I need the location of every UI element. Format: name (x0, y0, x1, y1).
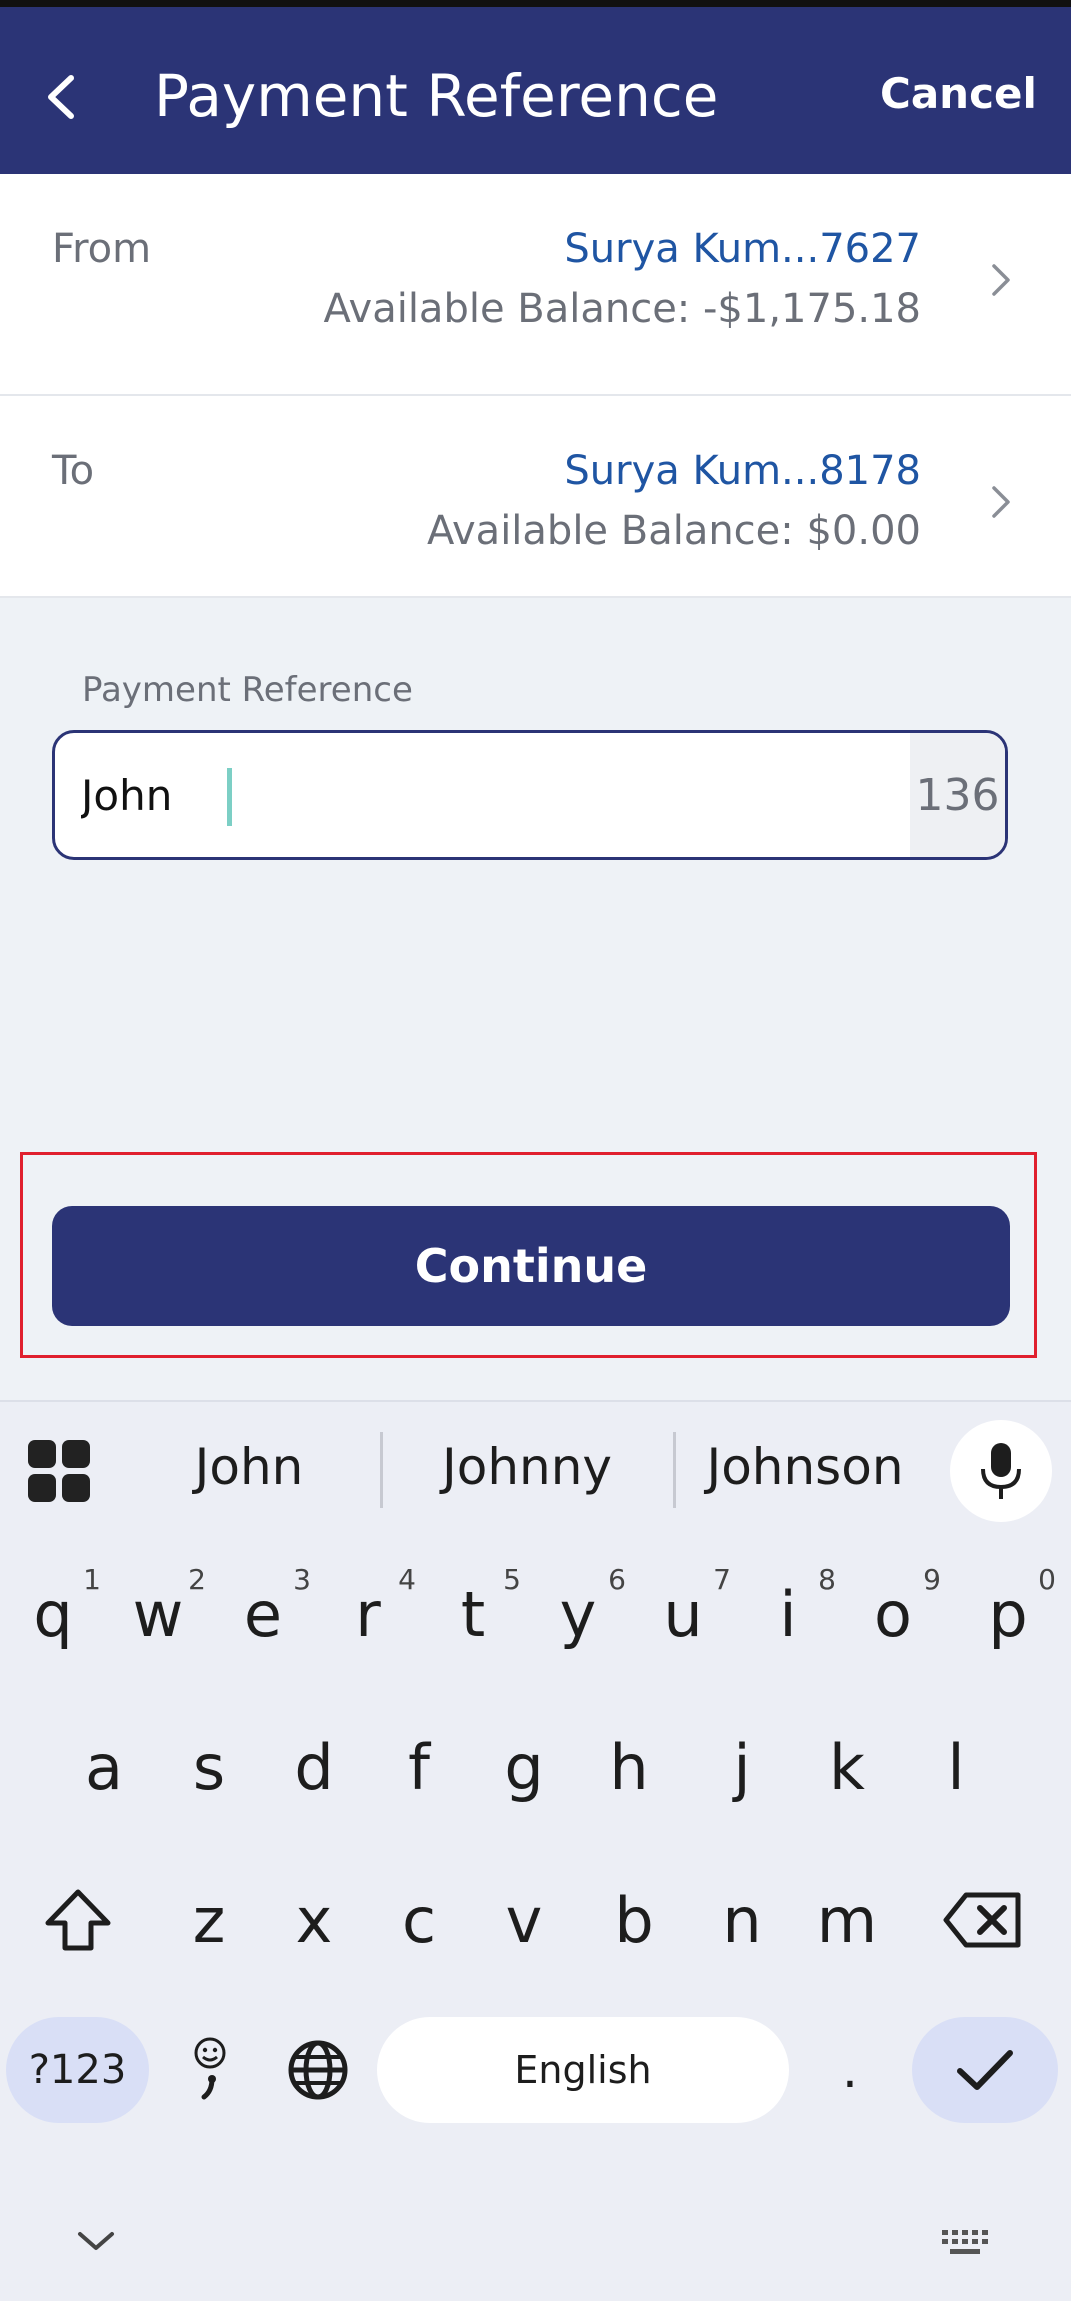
shift-key[interactable] (28, 1855, 128, 1985)
suggestion-johnny[interactable]: Johnny (402, 1438, 652, 1496)
app-header: Payment Reference Cancel (0, 7, 1071, 174)
key-l[interactable]: l (906, 1702, 1006, 1832)
payment-reference-input[interactable] (81, 733, 931, 857)
character-counter: 136 (910, 733, 1005, 857)
chevron-down-icon[interactable] (66, 2222, 126, 2262)
key-i[interactable]: i8 (738, 1549, 838, 1679)
period-key[interactable]: . (810, 2017, 890, 2123)
key-r[interactable]: r4 (318, 1549, 418, 1679)
shift-arrow-icon (45, 1889, 111, 1951)
key-j[interactable]: j (692, 1702, 792, 1832)
key-z[interactable]: z (159, 1855, 259, 1985)
payment-reference-label: Payment Reference (82, 670, 413, 710)
key-a[interactable]: a (54, 1702, 154, 1832)
key-x[interactable]: x (264, 1855, 364, 1985)
microphone-button[interactable] (950, 1420, 1052, 1522)
space-bar[interactable]: English (377, 2017, 789, 2123)
language-key[interactable] (278, 2017, 358, 2123)
to-account-name: Surya Kum...8178 (564, 448, 921, 494)
key-d[interactable]: d (264, 1702, 364, 1832)
key-n[interactable]: n (692, 1855, 792, 1985)
from-account-name: Surya Kum...7627 (564, 226, 921, 272)
to-label: To (52, 448, 95, 494)
suggestion-john[interactable]: John (124, 1438, 374, 1496)
keyboard-switch-icon[interactable] (936, 2222, 996, 2262)
apps-grid-icon[interactable] (28, 1440, 90, 1502)
emoji-comma-key[interactable] (180, 2017, 240, 2123)
chevron-right-icon (992, 486, 1010, 518)
globe-icon (288, 2040, 348, 2100)
key-o[interactable]: o9 (843, 1549, 943, 1679)
chevron-left-icon (48, 75, 74, 119)
from-available-balance: Available Balance: -$1,175.18 (323, 286, 922, 332)
checkmark-icon (957, 2050, 1013, 2090)
key-u[interactable]: u7 (633, 1549, 733, 1679)
symbols-key[interactable]: ?123 (6, 2017, 149, 2123)
on-screen-keyboard: John Johnny Johnson q1 w2 e3 r4 t5 y6 u7… (0, 1400, 1071, 2301)
to-account-row[interactable]: To Surya Kum...8178 Available Balance: $… (0, 396, 1071, 598)
emoji-icon (194, 2037, 226, 2100)
key-s[interactable]: s (159, 1702, 259, 1832)
enter-key[interactable] (912, 2017, 1058, 2123)
key-k[interactable]: k (797, 1702, 897, 1832)
continue-button[interactable]: Continue (52, 1206, 1010, 1326)
suggestion-johnson[interactable]: Johnson (680, 1438, 930, 1496)
suggestion-divider (380, 1432, 383, 1508)
back-button[interactable] (30, 52, 90, 142)
key-w[interactable]: w2 (108, 1549, 208, 1679)
key-f[interactable]: f (369, 1702, 469, 1832)
key-g[interactable]: g (474, 1702, 574, 1832)
key-v[interactable]: v (474, 1855, 574, 1985)
key-y[interactable]: y6 (528, 1549, 628, 1679)
key-t[interactable]: t5 (423, 1549, 523, 1679)
key-q[interactable]: q1 (3, 1549, 103, 1679)
key-e[interactable]: e3 (213, 1549, 313, 1679)
microphone-icon (981, 1443, 1021, 1499)
payment-reference-field[interactable]: 136 (52, 730, 1008, 860)
to-available-balance: Available Balance: $0.00 (426, 508, 921, 554)
backspace-key[interactable] (932, 1855, 1032, 1985)
key-b[interactable]: b (584, 1855, 684, 1985)
from-account-row[interactable]: From Surya Kum...7627 Available Balance:… (0, 174, 1071, 396)
cancel-button[interactable]: Cancel (880, 69, 1037, 118)
chevron-right-icon (992, 264, 1010, 296)
key-p[interactable]: p0 (958, 1549, 1058, 1679)
text-cursor (227, 768, 232, 826)
key-m[interactable]: m (797, 1855, 897, 1985)
from-label: From (52, 226, 152, 272)
page-title: Payment Reference (154, 62, 719, 130)
suggestion-divider (673, 1432, 676, 1508)
backspace-icon (943, 1892, 1021, 1948)
key-c[interactable]: c (369, 1855, 469, 1985)
status-bar (0, 0, 1071, 7)
key-h[interactable]: h (579, 1702, 679, 1832)
